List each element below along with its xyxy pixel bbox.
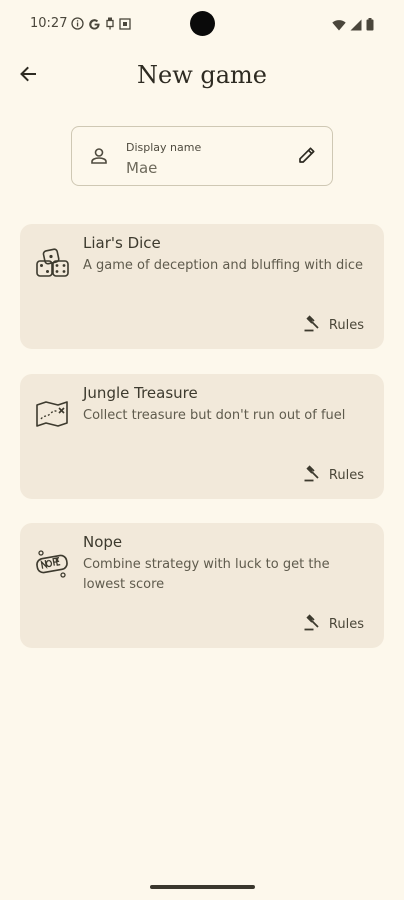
game-card-liars-dice[interactable]: Liar's Dice A game of deception and bluf… [20, 224, 384, 349]
page-title: New game [136, 61, 267, 89]
person-icon [89, 146, 109, 170]
nope-icon [34, 545, 70, 581]
display-name-value[interactable]: Mae [126, 159, 157, 177]
status-icons-right [332, 16, 374, 35]
display-name-label: Display name [126, 141, 202, 154]
status-icons-left [71, 17, 131, 33]
status-time: 10:27 [30, 16, 68, 31]
signal-icon [350, 16, 362, 35]
gavel-icon [303, 314, 321, 336]
top-app-bar: New game [0, 55, 404, 100]
rules-label: Rules [328, 467, 364, 483]
edit-name-button[interactable] [294, 144, 320, 170]
game-card-nope[interactable]: Nope Combine strategy with luck to get t… [20, 523, 384, 648]
camera-cutout [190, 11, 215, 36]
app-icon [119, 17, 131, 33]
game-description: Collect treasure but don't run out of fu… [83, 408, 346, 423]
rules-button[interactable]: Rules [303, 314, 364, 336]
rules-button[interactable]: Rules [303, 613, 364, 635]
google-icon [88, 17, 101, 33]
status-bar: 10:27 [0, 0, 404, 50]
info-icon [71, 17, 84, 33]
gavel-icon [303, 613, 321, 635]
game-card-jungle-treasure[interactable]: Jungle Treasure Collect treasure but don… [20, 374, 384, 499]
game-description: Combine strategy with luck to get the lo… [83, 557, 330, 592]
wifi-icon [332, 16, 346, 35]
treasure-map-icon [34, 396, 70, 432]
rules-button[interactable]: Rules [303, 464, 364, 486]
game-title: Jungle Treasure [83, 384, 198, 402]
dice-icon [34, 246, 70, 282]
game-title: Nope [83, 533, 123, 551]
usb-icon [105, 17, 115, 33]
game-description: A game of deception and bluffing with di… [83, 258, 363, 273]
gavel-icon [303, 464, 321, 486]
rules-label: Rules [328, 616, 364, 632]
pencil-icon [297, 145, 317, 169]
battery-icon [366, 16, 374, 35]
display-name-field[interactable]: Display name Mae [71, 126, 333, 186]
home-indicator[interactable] [150, 885, 255, 889]
rules-label: Rules [328, 317, 364, 333]
game-title: Liar's Dice [83, 234, 161, 252]
